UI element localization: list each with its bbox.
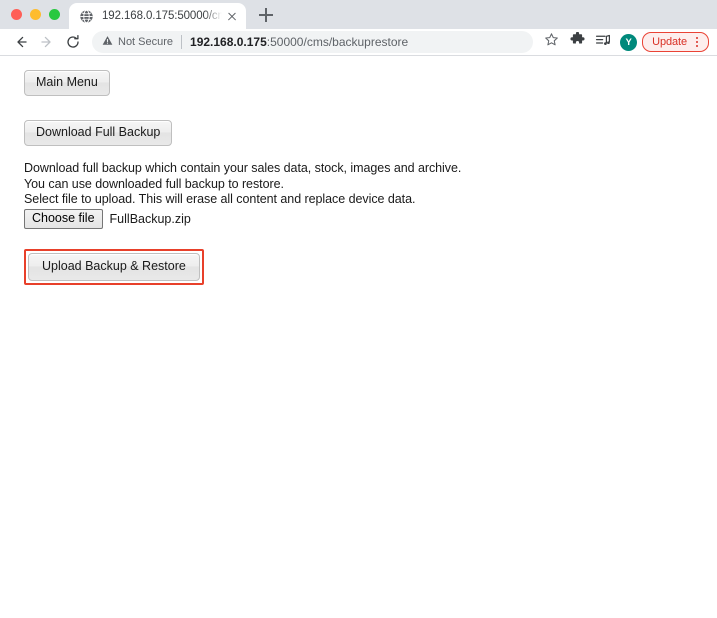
- url-text: 192.168.0.175:50000/cms/backuprestore: [190, 35, 523, 49]
- url-path: :50000/cms/backuprestore: [266, 35, 409, 49]
- main-menu-row: Main Menu: [24, 70, 717, 97]
- new-tab-button[interactable]: [252, 1, 280, 29]
- extensions-button[interactable]: [565, 30, 589, 54]
- main-menu-button[interactable]: Main Menu: [24, 70, 110, 97]
- description-text: Download full backup which contain your …: [24, 161, 717, 207]
- address-bar[interactable]: Not Secure 192.168.0.175:50000/cms/backu…: [92, 31, 534, 53]
- description-line-1: Download full backup which contain your …: [24, 161, 462, 176]
- back-button[interactable]: [8, 29, 34, 55]
- browser-toolbar: Not Secure 192.168.0.175:50000/cms/backu…: [0, 29, 717, 56]
- maximize-window-button[interactable]: [49, 9, 60, 20]
- globe-icon: [79, 9, 94, 24]
- selected-file-name: FullBackup.zip: [109, 211, 191, 226]
- description-line-3: Select file to upload. This will erase a…: [24, 191, 416, 206]
- close-tab-button[interactable]: [224, 8, 240, 24]
- puzzle-piece-icon: [570, 31, 585, 52]
- update-label: Update: [652, 36, 687, 48]
- file-input-row: Choose file FullBackup.zip: [24, 209, 717, 229]
- bookmark-button[interactable]: [539, 30, 563, 54]
- minimize-window-button[interactable]: [30, 9, 41, 20]
- browser-tab[interactable]: 192.168.0.175:50000/cms/bac: [69, 3, 246, 29]
- reading-list-button[interactable]: [591, 30, 615, 54]
- backup-restore-page: Main Menu Download Full Backup Download …: [0, 56, 717, 285]
- forward-button[interactable]: [34, 29, 60, 55]
- security-status-label: Not Secure: [118, 36, 174, 48]
- url-host: 192.168.0.175: [190, 35, 267, 49]
- reload-icon: [65, 34, 81, 50]
- reload-button[interactable]: [60, 29, 86, 55]
- kebab-menu-icon[interactable]: [690, 34, 704, 50]
- upload-button-highlight: Upload Backup & Restore: [24, 248, 204, 285]
- page-viewport: Main Menu Download Full Backup Download …: [0, 56, 717, 618]
- description-line-2: You can use downloaded full backup to re…: [24, 176, 284, 191]
- close-window-button[interactable]: [11, 9, 22, 20]
- omnibox-divider: [181, 35, 183, 49]
- update-button[interactable]: Update: [642, 32, 709, 52]
- window-controls: [0, 0, 69, 29]
- warning-triangle-icon: [102, 33, 113, 51]
- tab-title: 192.168.0.175:50000/cms/bac: [102, 10, 222, 22]
- upload-backup-restore-button[interactable]: Upload Backup & Restore: [28, 252, 200, 281]
- arrow-left-icon: [13, 34, 29, 50]
- star-icon: [544, 32, 559, 52]
- browser-window: 192.168.0.175:50000/cms/bac: [0, 0, 717, 618]
- choose-file-button[interactable]: Choose file: [24, 209, 103, 229]
- tab-strip: 192.168.0.175:50000/cms/bac: [0, 0, 717, 29]
- download-row: Download Full Backup: [24, 120, 717, 147]
- profile-avatar[interactable]: Y: [620, 33, 638, 51]
- arrow-right-icon: [39, 34, 55, 50]
- download-full-backup-button[interactable]: Download Full Backup: [24, 120, 173, 147]
- reading-list-icon: [595, 32, 611, 53]
